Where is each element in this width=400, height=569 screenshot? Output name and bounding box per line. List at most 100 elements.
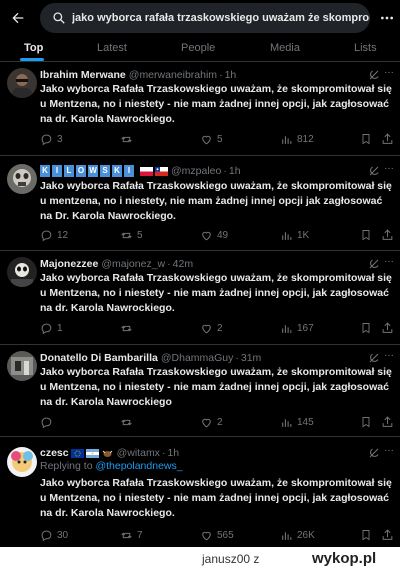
- replying-to: Replying to @thepolandnews_: [40, 460, 183, 472]
- bookmark-icon[interactable]: [360, 228, 372, 242]
- timestamp[interactable]: 31m: [241, 352, 261, 364]
- more-icon[interactable]: ···: [382, 164, 396, 177]
- avatar-image: [7, 257, 37, 287]
- share-icon[interactable]: [381, 321, 394, 335]
- like-button[interactable]: 2: [200, 415, 223, 429]
- author-name[interactable]: Ibrahim Merwane: [40, 69, 126, 81]
- timestamp[interactable]: 1h: [229, 165, 241, 177]
- views-button[interactable]: 145: [280, 415, 314, 429]
- author-handle[interactable]: @majonez_w: [101, 258, 165, 270]
- like-count: 2: [217, 416, 223, 428]
- argentina-flag-icon: [85, 448, 99, 458]
- reply-icon: [41, 530, 52, 541]
- view-count: 145: [297, 416, 314, 428]
- tweet[interactable]: czesc @witamx · 1h ··· Replying to @thep…: [0, 437, 400, 547]
- bookmark-icon[interactable]: [360, 415, 372, 429]
- name-letter-tile: I: [124, 165, 134, 177]
- views-button[interactable]: 26K: [280, 528, 315, 542]
- tweet-text: Jako wyborca Rafała Trzaskowskiego uważa…: [40, 366, 392, 408]
- search-tabs: Top Latest People Media Lists: [0, 36, 400, 62]
- tab-latest[interactable]: Latest: [97, 42, 127, 54]
- author-handle[interactable]: @merwaneibrahim: [129, 69, 217, 81]
- tab-people[interactable]: People: [181, 42, 215, 54]
- tab-lists[interactable]: Lists: [354, 42, 377, 54]
- author-handle[interactable]: @mzpaleo: [171, 165, 221, 177]
- grok-icon[interactable]: [368, 352, 380, 364]
- views-button[interactable]: 167: [280, 321, 314, 335]
- like-count: 2: [217, 322, 223, 334]
- author-name[interactable]: Donatello Di Bambarilla: [40, 352, 158, 364]
- avatar[interactable]: [7, 68, 37, 98]
- tweet[interactable]: Donatello Di Bambarilla @DhammaGuy · 31m…: [0, 345, 400, 437]
- heart-icon: [202, 418, 211, 427]
- like-count: 565: [217, 529, 234, 541]
- mention-link[interactable]: @thepolandnews_: [95, 460, 182, 472]
- grok-icon[interactable]: [368, 165, 380, 177]
- like-button[interactable]: 2: [200, 321, 223, 335]
- timestamp[interactable]: 1h: [225, 69, 237, 81]
- name-letter-tiles[interactable]: KILOWSKI: [40, 165, 135, 177]
- bookmark-icon[interactable]: [360, 321, 372, 335]
- separator-dot: ·: [223, 165, 227, 177]
- tweet[interactable]: Majonezzee @majonez_w · 42m ··· Jako wyb…: [0, 251, 400, 345]
- retweet-button[interactable]: [120, 321, 137, 335]
- like-button[interactable]: 5: [200, 132, 223, 146]
- grok-icon[interactable]: [368, 69, 380, 81]
- reply-count: 12: [57, 229, 69, 241]
- views-button[interactable]: 1K: [280, 228, 309, 242]
- more-icon[interactable]: ···: [382, 446, 396, 459]
- avatar[interactable]: [7, 447, 37, 477]
- tab-top[interactable]: Top: [24, 42, 43, 54]
- more-options-button[interactable]: [376, 6, 398, 30]
- retweet-button[interactable]: [120, 415, 137, 429]
- view-count: 812: [297, 133, 314, 145]
- bookmark-icon[interactable]: [360, 132, 372, 146]
- tweet-header: czesc @witamx · 1h: [40, 446, 396, 460]
- like-button[interactable]: 49: [200, 228, 228, 242]
- author-handle[interactable]: @witamx: [117, 447, 160, 459]
- reply-button[interactable]: 12: [40, 228, 68, 242]
- more-icon[interactable]: ···: [382, 257, 396, 270]
- share-icon[interactable]: [381, 415, 394, 429]
- tweet-header: Donatello Di Bambarilla @DhammaGuy · 31m: [40, 351, 396, 365]
- share-icon[interactable]: [381, 228, 394, 242]
- reply-button[interactable]: 30: [40, 528, 68, 542]
- reply-button[interactable]: [40, 415, 57, 429]
- share-icon[interactable]: [381, 528, 394, 542]
- share-icon[interactable]: [381, 132, 394, 146]
- retweet-button[interactable]: 5: [120, 228, 143, 242]
- tweet[interactable]: KILOWSKI @mzpaleo · 1h ··· Jako wyborca …: [0, 156, 400, 251]
- grok-icon[interactable]: [368, 447, 380, 459]
- tweet[interactable]: Ibrahim Merwane @merwaneibrahim · 1h ···…: [0, 62, 400, 156]
- avatar-image: [7, 447, 37, 477]
- reply-button[interactable]: 3: [40, 132, 63, 146]
- author-name[interactable]: Majonezzee: [40, 258, 98, 270]
- avatar[interactable]: [7, 351, 37, 381]
- like-button[interactable]: 565: [200, 528, 234, 542]
- tweet-text: Jako wyborca Rafała Trzaskowskiego uważa…: [40, 83, 392, 125]
- retweet-icon: [121, 325, 132, 331]
- avatar[interactable]: [7, 257, 37, 287]
- back-button[interactable]: [6, 6, 30, 30]
- timestamp[interactable]: 1h: [167, 447, 179, 459]
- views-button[interactable]: 812: [280, 132, 314, 146]
- reply-count: 3: [57, 133, 63, 145]
- bookmark-icon[interactable]: [360, 528, 372, 542]
- more-icon[interactable]: ···: [382, 68, 396, 81]
- grok-icon[interactable]: [368, 258, 380, 270]
- author-name[interactable]: czesc: [40, 447, 69, 459]
- view-count: 1K: [297, 229, 310, 241]
- search-input[interactable]: jako wyborca rafała trzaskowskiego uważa…: [40, 3, 370, 33]
- retweet-button[interactable]: [120, 132, 137, 146]
- active-tab-indicator: [20, 58, 44, 61]
- author-handle[interactable]: @DhammaGuy: [161, 352, 234, 364]
- timestamp[interactable]: 42m: [173, 258, 193, 270]
- tweet-actions: 12 5 49 1K: [40, 228, 360, 242]
- more-icon[interactable]: ···: [382, 351, 396, 364]
- tweet-text: Jako wyborca Rafała Trzaskowskiego uważa…: [40, 477, 392, 519]
- tweet-text: Jako wyborca Rafała Trzaskowskiego uważa…: [40, 180, 392, 222]
- retweet-button[interactable]: 7: [120, 528, 143, 542]
- reply-button[interactable]: 1: [40, 321, 63, 335]
- avatar[interactable]: [7, 164, 37, 194]
- tab-media[interactable]: Media: [270, 42, 300, 54]
